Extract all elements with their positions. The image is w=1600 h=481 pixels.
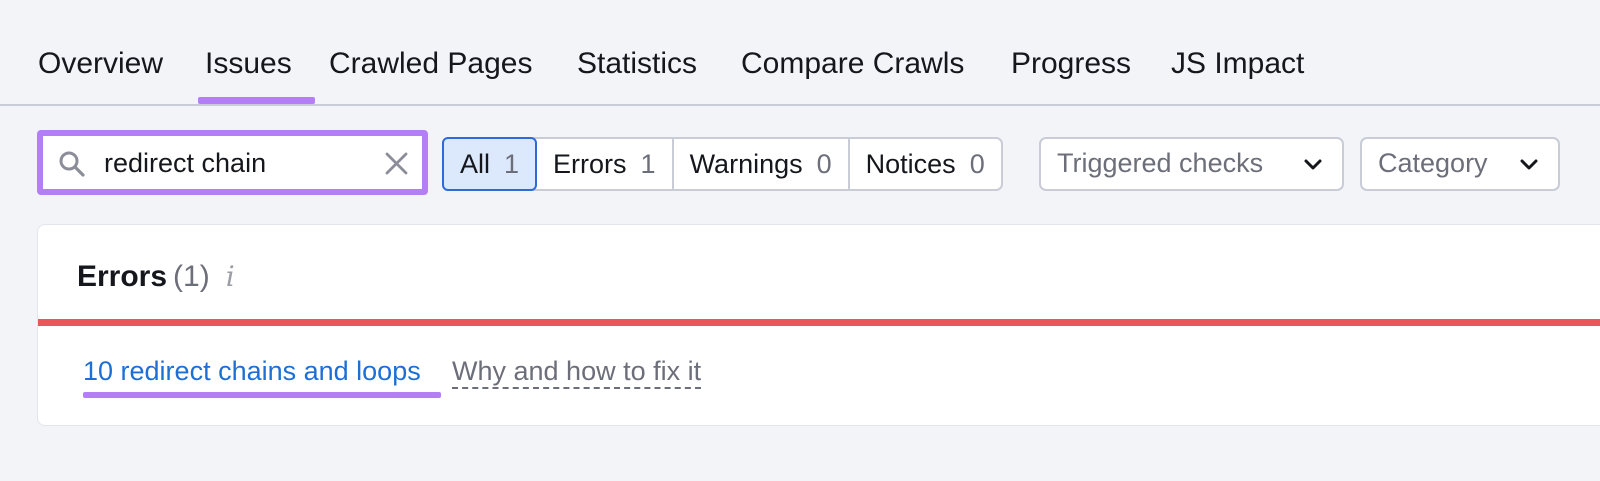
severity-filter: All 1 Errors 1 Warnings 0 Notices 0 bbox=[442, 137, 1003, 191]
card-title-text: Errors bbox=[77, 260, 168, 293]
tab-progress[interactable]: Progress bbox=[1011, 44, 1131, 84]
filter-warnings-label: Warnings bbox=[689, 148, 803, 179]
category-dropdown[interactable]: Category bbox=[1360, 137, 1560, 191]
filter-all-label: All bbox=[460, 148, 491, 179]
tab-compare-crawls[interactable]: Compare Crawls bbox=[741, 44, 964, 84]
page: Overview Issues Crawled Pages Statistics… bbox=[0, 0, 1600, 481]
search-box[interactable] bbox=[37, 130, 428, 195]
tab-overview[interactable]: Overview bbox=[38, 44, 163, 84]
tab-crawled-pages[interactable]: Crawled Pages bbox=[329, 44, 532, 84]
tab-issues[interactable]: Issues bbox=[205, 44, 292, 84]
filter-errors-label: Errors bbox=[553, 148, 627, 179]
filter-warnings[interactable]: Warnings 0 bbox=[674, 139, 850, 189]
card-title-count: (1) bbox=[173, 260, 210, 293]
filter-warnings-count: 0 bbox=[816, 148, 832, 179]
why-and-how-link[interactable]: Why and how to fix it bbox=[452, 353, 702, 389]
filter-all-count: 1 bbox=[504, 148, 520, 179]
filter-notices-count: 0 bbox=[969, 148, 985, 179]
category-label: Category bbox=[1378, 148, 1488, 178]
search-icon bbox=[59, 151, 85, 177]
issue-link-highlight bbox=[83, 392, 441, 398]
triggered-checks-label: Triggered checks bbox=[1057, 148, 1264, 178]
search-input[interactable] bbox=[104, 144, 374, 182]
tab-bar: Overview Issues Crawled Pages Statistics… bbox=[0, 0, 1600, 106]
filter-errors-count: 1 bbox=[640, 148, 656, 179]
tab-js-impact[interactable]: JS Impact bbox=[1171, 44, 1304, 84]
clear-icon[interactable] bbox=[383, 150, 410, 177]
filter-errors[interactable]: Errors 1 bbox=[537, 139, 674, 189]
info-icon[interactable]: i bbox=[226, 260, 235, 293]
error-severity-bar bbox=[38, 319, 1600, 326]
issue-link[interactable]: 10 redirect chains and loops bbox=[83, 353, 421, 389]
triggered-checks-dropdown[interactable]: Triggered checks bbox=[1039, 137, 1344, 191]
tab-statistics[interactable]: Statistics bbox=[577, 44, 697, 84]
filter-notices-label: Notices bbox=[865, 148, 956, 179]
errors-card: Errors (1) i 10 redirect chains and loops … bbox=[37, 224, 1600, 426]
filter-all[interactable]: All 1 bbox=[442, 137, 538, 191]
card-title: Errors (1) i bbox=[77, 257, 235, 297]
chevron-down-icon bbox=[1304, 159, 1322, 170]
active-tab-indicator bbox=[198, 97, 315, 104]
chevron-down-icon bbox=[1520, 159, 1538, 170]
filter-notices[interactable]: Notices 0 bbox=[850, 139, 1001, 189]
